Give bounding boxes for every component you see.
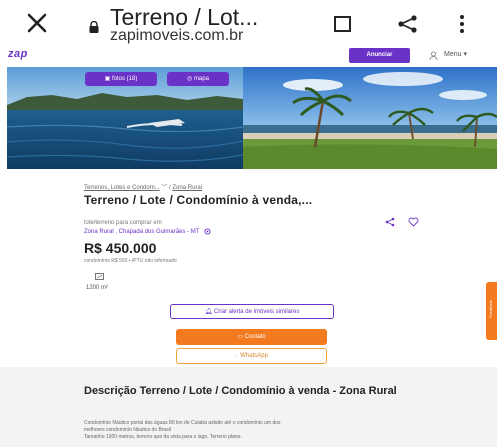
breadcrumb-link-category[interactable]: Terrenos, Lotes e Condom...: [84, 185, 160, 191]
lock-icon: [88, 21, 100, 33]
description-text-line: melhores condomínio Náutico do Brasil: [84, 427, 171, 433]
url-display[interactable]: zapimoveis.com.br: [110, 27, 243, 45]
map-button-label: mapa: [193, 76, 209, 82]
map-pin-icon: ◎: [187, 76, 194, 82]
site-logo[interactable]: zap: [8, 48, 28, 60]
listing-title: Terreno / Lote / Condomínio à venda,...: [84, 193, 313, 207]
feedback-tab-label: Feedback: [488, 300, 493, 318]
whatsapp-button-label: WhatsApp: [240, 353, 268, 359]
listing-photo-beach[interactable]: [243, 67, 497, 169]
listing-type: lote/terreno para comprar em: [84, 220, 162, 226]
anunciar-button[interactable]: Anunciar: [349, 48, 410, 63]
breadcrumb-separator: ﹀ /: [159, 185, 173, 191]
bookmark-icon[interactable]: [333, 15, 353, 33]
listing-price: R$ 450.000: [84, 240, 157, 256]
whatsapp-button[interactable]: ◌ WhatsApp: [176, 348, 327, 364]
message-icon: ▭: [237, 334, 245, 340]
description-title: Descrição Terreno / Lote / Condomínio à …: [84, 385, 397, 397]
create-alert-label: Criar alerta de imóveis similares: [213, 309, 300, 315]
camera-icon: ▣: [104, 76, 112, 82]
contact-button[interactable]: ▭ Contato: [176, 329, 327, 345]
photos-button[interactable]: ▣ fotos (18): [85, 72, 157, 86]
listing-area: 1200 m²: [86, 285, 109, 291]
site-header: [0, 44, 497, 66]
listing-fees: condomínio R$ 500 • IPTU não informado: [84, 258, 177, 264]
description-section: [0, 367, 497, 447]
breadcrumb: Terrenos, Lotes e Condom... ﹀ / Zona Rur…: [84, 182, 202, 191]
share-listing-icon[interactable]: [385, 217, 395, 227]
listing-location[interactable]: Zona Rural , Chapada dos Guimarães - MT: [84, 228, 211, 235]
close-icon[interactable]: [26, 12, 48, 34]
area-icon: [95, 273, 104, 280]
map-button[interactable]: ◎ mapa: [167, 72, 229, 86]
breadcrumb-link-zona[interactable]: Zona Rural: [172, 185, 202, 191]
contact-button-label: Contato: [244, 334, 266, 340]
create-alert-button[interactable]: 🔔︎ Criar alerta de imóveis similares: [170, 304, 334, 319]
menu-button[interactable]: Menu ▾: [444, 50, 467, 58]
more-options-icon[interactable]: [458, 14, 466, 34]
favorite-heart-icon[interactable]: [408, 217, 419, 227]
location-pin-icon: [204, 228, 211, 235]
user-icon[interactable]: [429, 51, 438, 60]
location-text: Zona Rural , Chapada dos Guimarães - MT: [84, 229, 200, 236]
description-text-line: Tamanho 1200 metros, terreno que da vist…: [84, 434, 242, 440]
description-text-line: Condomínio Náutico portal das águas 80 k…: [84, 420, 281, 426]
photos-button-label: fotos (18): [111, 76, 138, 82]
share-icon[interactable]: [396, 14, 420, 34]
bell-icon: 🔔︎: [204, 309, 214, 315]
feedback-side-tab[interactable]: Feedback: [486, 282, 497, 340]
